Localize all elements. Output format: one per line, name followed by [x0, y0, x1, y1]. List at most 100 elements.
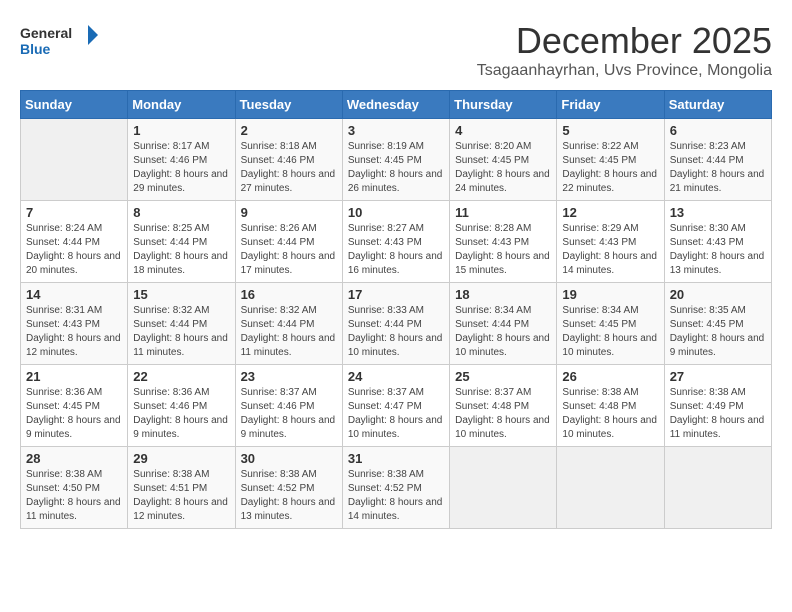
calendar-cell: 10 Sunrise: 8:27 AMSunset: 4:43 PMDaylig…: [342, 201, 449, 283]
day-number: 10: [348, 205, 444, 220]
day-number: 24: [348, 369, 444, 384]
day-info: Sunrise: 8:37 AMSunset: 4:47 PMDaylight:…: [348, 386, 444, 442]
calendar-table: SundayMondayTuesdayWednesdayThursdayFrid…: [20, 90, 772, 529]
weekday-header: Wednesday: [342, 91, 449, 119]
calendar-cell: 20 Sunrise: 8:35 AMSunset: 4:45 PMDaylig…: [664, 283, 771, 365]
calendar-cell: [557, 447, 664, 529]
calendar-cell: 15 Sunrise: 8:32 AMSunset: 4:44 PMDaylig…: [128, 283, 235, 365]
day-info: Sunrise: 8:30 AMSunset: 4:43 PMDaylight:…: [670, 222, 766, 278]
title-section: December 2025 Tsagaanhayrhan, Uvs Provin…: [477, 20, 772, 80]
calendar-cell: 29 Sunrise: 8:38 AMSunset: 4:51 PMDaylig…: [128, 447, 235, 529]
day-number: 6: [670, 123, 766, 138]
calendar-week-row: 7 Sunrise: 8:24 AMSunset: 4:44 PMDayligh…: [21, 201, 772, 283]
calendar-cell: [21, 119, 128, 201]
day-info: Sunrise: 8:17 AMSunset: 4:46 PMDaylight:…: [133, 140, 229, 196]
day-number: 22: [133, 369, 229, 384]
day-info: Sunrise: 8:25 AMSunset: 4:44 PMDaylight:…: [133, 222, 229, 278]
header: General Blue December 2025 Tsagaanhayrha…: [20, 20, 772, 80]
calendar-cell: 1 Sunrise: 8:17 AMSunset: 4:46 PMDayligh…: [128, 119, 235, 201]
calendar-cell: 6 Sunrise: 8:23 AMSunset: 4:44 PMDayligh…: [664, 119, 771, 201]
day-info: Sunrise: 8:38 AMSunset: 4:50 PMDaylight:…: [26, 468, 122, 524]
calendar-cell: [664, 447, 771, 529]
calendar-cell: 17 Sunrise: 8:33 AMSunset: 4:44 PMDaylig…: [342, 283, 449, 365]
day-info: Sunrise: 8:24 AMSunset: 4:44 PMDaylight:…: [26, 222, 122, 278]
day-info: Sunrise: 8:33 AMSunset: 4:44 PMDaylight:…: [348, 304, 444, 360]
day-info: Sunrise: 8:38 AMSunset: 4:52 PMDaylight:…: [348, 468, 444, 524]
calendar-cell: 22 Sunrise: 8:36 AMSunset: 4:46 PMDaylig…: [128, 365, 235, 447]
weekday-header-row: SundayMondayTuesdayWednesdayThursdayFrid…: [21, 91, 772, 119]
day-number: 14: [26, 287, 122, 302]
calendar-cell: 31 Sunrise: 8:38 AMSunset: 4:52 PMDaylig…: [342, 447, 449, 529]
weekday-header: Friday: [557, 91, 664, 119]
day-info: Sunrise: 8:35 AMSunset: 4:45 PMDaylight:…: [670, 304, 766, 360]
day-info: Sunrise: 8:26 AMSunset: 4:44 PMDaylight:…: [241, 222, 337, 278]
calendar-cell: 25 Sunrise: 8:37 AMSunset: 4:48 PMDaylig…: [450, 365, 557, 447]
day-number: 19: [562, 287, 658, 302]
day-number: 29: [133, 451, 229, 466]
day-number: 16: [241, 287, 337, 302]
day-info: Sunrise: 8:34 AMSunset: 4:45 PMDaylight:…: [562, 304, 658, 360]
day-number: 31: [348, 451, 444, 466]
day-number: 2: [241, 123, 337, 138]
day-info: Sunrise: 8:27 AMSunset: 4:43 PMDaylight:…: [348, 222, 444, 278]
day-number: 26: [562, 369, 658, 384]
weekday-header: Sunday: [21, 91, 128, 119]
weekday-header: Saturday: [664, 91, 771, 119]
day-info: Sunrise: 8:19 AMSunset: 4:45 PMDaylight:…: [348, 140, 444, 196]
calendar-cell: 5 Sunrise: 8:22 AMSunset: 4:45 PMDayligh…: [557, 119, 664, 201]
weekday-header: Thursday: [450, 91, 557, 119]
day-number: 20: [670, 287, 766, 302]
svg-text:Blue: Blue: [20, 41, 51, 57]
calendar-cell: 3 Sunrise: 8:19 AMSunset: 4:45 PMDayligh…: [342, 119, 449, 201]
calendar-cell: 19 Sunrise: 8:34 AMSunset: 4:45 PMDaylig…: [557, 283, 664, 365]
calendar-cell: 11 Sunrise: 8:28 AMSunset: 4:43 PMDaylig…: [450, 201, 557, 283]
calendar-cell: 4 Sunrise: 8:20 AMSunset: 4:45 PMDayligh…: [450, 119, 557, 201]
day-info: Sunrise: 8:20 AMSunset: 4:45 PMDaylight:…: [455, 140, 551, 196]
calendar-cell: 23 Sunrise: 8:37 AMSunset: 4:46 PMDaylig…: [235, 365, 342, 447]
day-number: 13: [670, 205, 766, 220]
day-info: Sunrise: 8:37 AMSunset: 4:46 PMDaylight:…: [241, 386, 337, 442]
calendar-week-row: 28 Sunrise: 8:38 AMSunset: 4:50 PMDaylig…: [21, 447, 772, 529]
logo: General Blue: [20, 20, 100, 65]
day-info: Sunrise: 8:29 AMSunset: 4:43 PMDaylight:…: [562, 222, 658, 278]
calendar-cell: 12 Sunrise: 8:29 AMSunset: 4:43 PMDaylig…: [557, 201, 664, 283]
day-info: Sunrise: 8:28 AMSunset: 4:43 PMDaylight:…: [455, 222, 551, 278]
day-info: Sunrise: 8:38 AMSunset: 4:52 PMDaylight:…: [241, 468, 337, 524]
day-info: Sunrise: 8:36 AMSunset: 4:45 PMDaylight:…: [26, 386, 122, 442]
day-info: Sunrise: 8:38 AMSunset: 4:49 PMDaylight:…: [670, 386, 766, 442]
calendar-cell: 13 Sunrise: 8:30 AMSunset: 4:43 PMDaylig…: [664, 201, 771, 283]
weekday-header: Monday: [128, 91, 235, 119]
calendar-cell: 28 Sunrise: 8:38 AMSunset: 4:50 PMDaylig…: [21, 447, 128, 529]
calendar-cell: [450, 447, 557, 529]
calendar-cell: 9 Sunrise: 8:26 AMSunset: 4:44 PMDayligh…: [235, 201, 342, 283]
calendar-cell: 18 Sunrise: 8:34 AMSunset: 4:44 PMDaylig…: [450, 283, 557, 365]
month-year-title: December 2025: [477, 20, 772, 62]
logo-svg: General Blue: [20, 20, 100, 65]
day-number: 7: [26, 205, 122, 220]
calendar-cell: 8 Sunrise: 8:25 AMSunset: 4:44 PMDayligh…: [128, 201, 235, 283]
calendar-cell: 24 Sunrise: 8:37 AMSunset: 4:47 PMDaylig…: [342, 365, 449, 447]
day-number: 17: [348, 287, 444, 302]
day-number: 1: [133, 123, 229, 138]
calendar-cell: 7 Sunrise: 8:24 AMSunset: 4:44 PMDayligh…: [21, 201, 128, 283]
day-number: 28: [26, 451, 122, 466]
day-info: Sunrise: 8:22 AMSunset: 4:45 PMDaylight:…: [562, 140, 658, 196]
day-number: 5: [562, 123, 658, 138]
day-number: 18: [455, 287, 551, 302]
weekday-header: Tuesday: [235, 91, 342, 119]
day-number: 23: [241, 369, 337, 384]
location-subtitle: Tsagaanhayrhan, Uvs Province, Mongolia: [477, 62, 772, 80]
day-info: Sunrise: 8:31 AMSunset: 4:43 PMDaylight:…: [26, 304, 122, 360]
day-info: Sunrise: 8:32 AMSunset: 4:44 PMDaylight:…: [241, 304, 337, 360]
calendar-cell: 27 Sunrise: 8:38 AMSunset: 4:49 PMDaylig…: [664, 365, 771, 447]
day-info: Sunrise: 8:23 AMSunset: 4:44 PMDaylight:…: [670, 140, 766, 196]
calendar-cell: 2 Sunrise: 8:18 AMSunset: 4:46 PMDayligh…: [235, 119, 342, 201]
day-info: Sunrise: 8:36 AMSunset: 4:46 PMDaylight:…: [133, 386, 229, 442]
day-info: Sunrise: 8:32 AMSunset: 4:44 PMDaylight:…: [133, 304, 229, 360]
calendar-week-row: 14 Sunrise: 8:31 AMSunset: 4:43 PMDaylig…: [21, 283, 772, 365]
day-info: Sunrise: 8:38 AMSunset: 4:51 PMDaylight:…: [133, 468, 229, 524]
day-number: 8: [133, 205, 229, 220]
day-number: 25: [455, 369, 551, 384]
calendar-cell: 14 Sunrise: 8:31 AMSunset: 4:43 PMDaylig…: [21, 283, 128, 365]
day-number: 30: [241, 451, 337, 466]
